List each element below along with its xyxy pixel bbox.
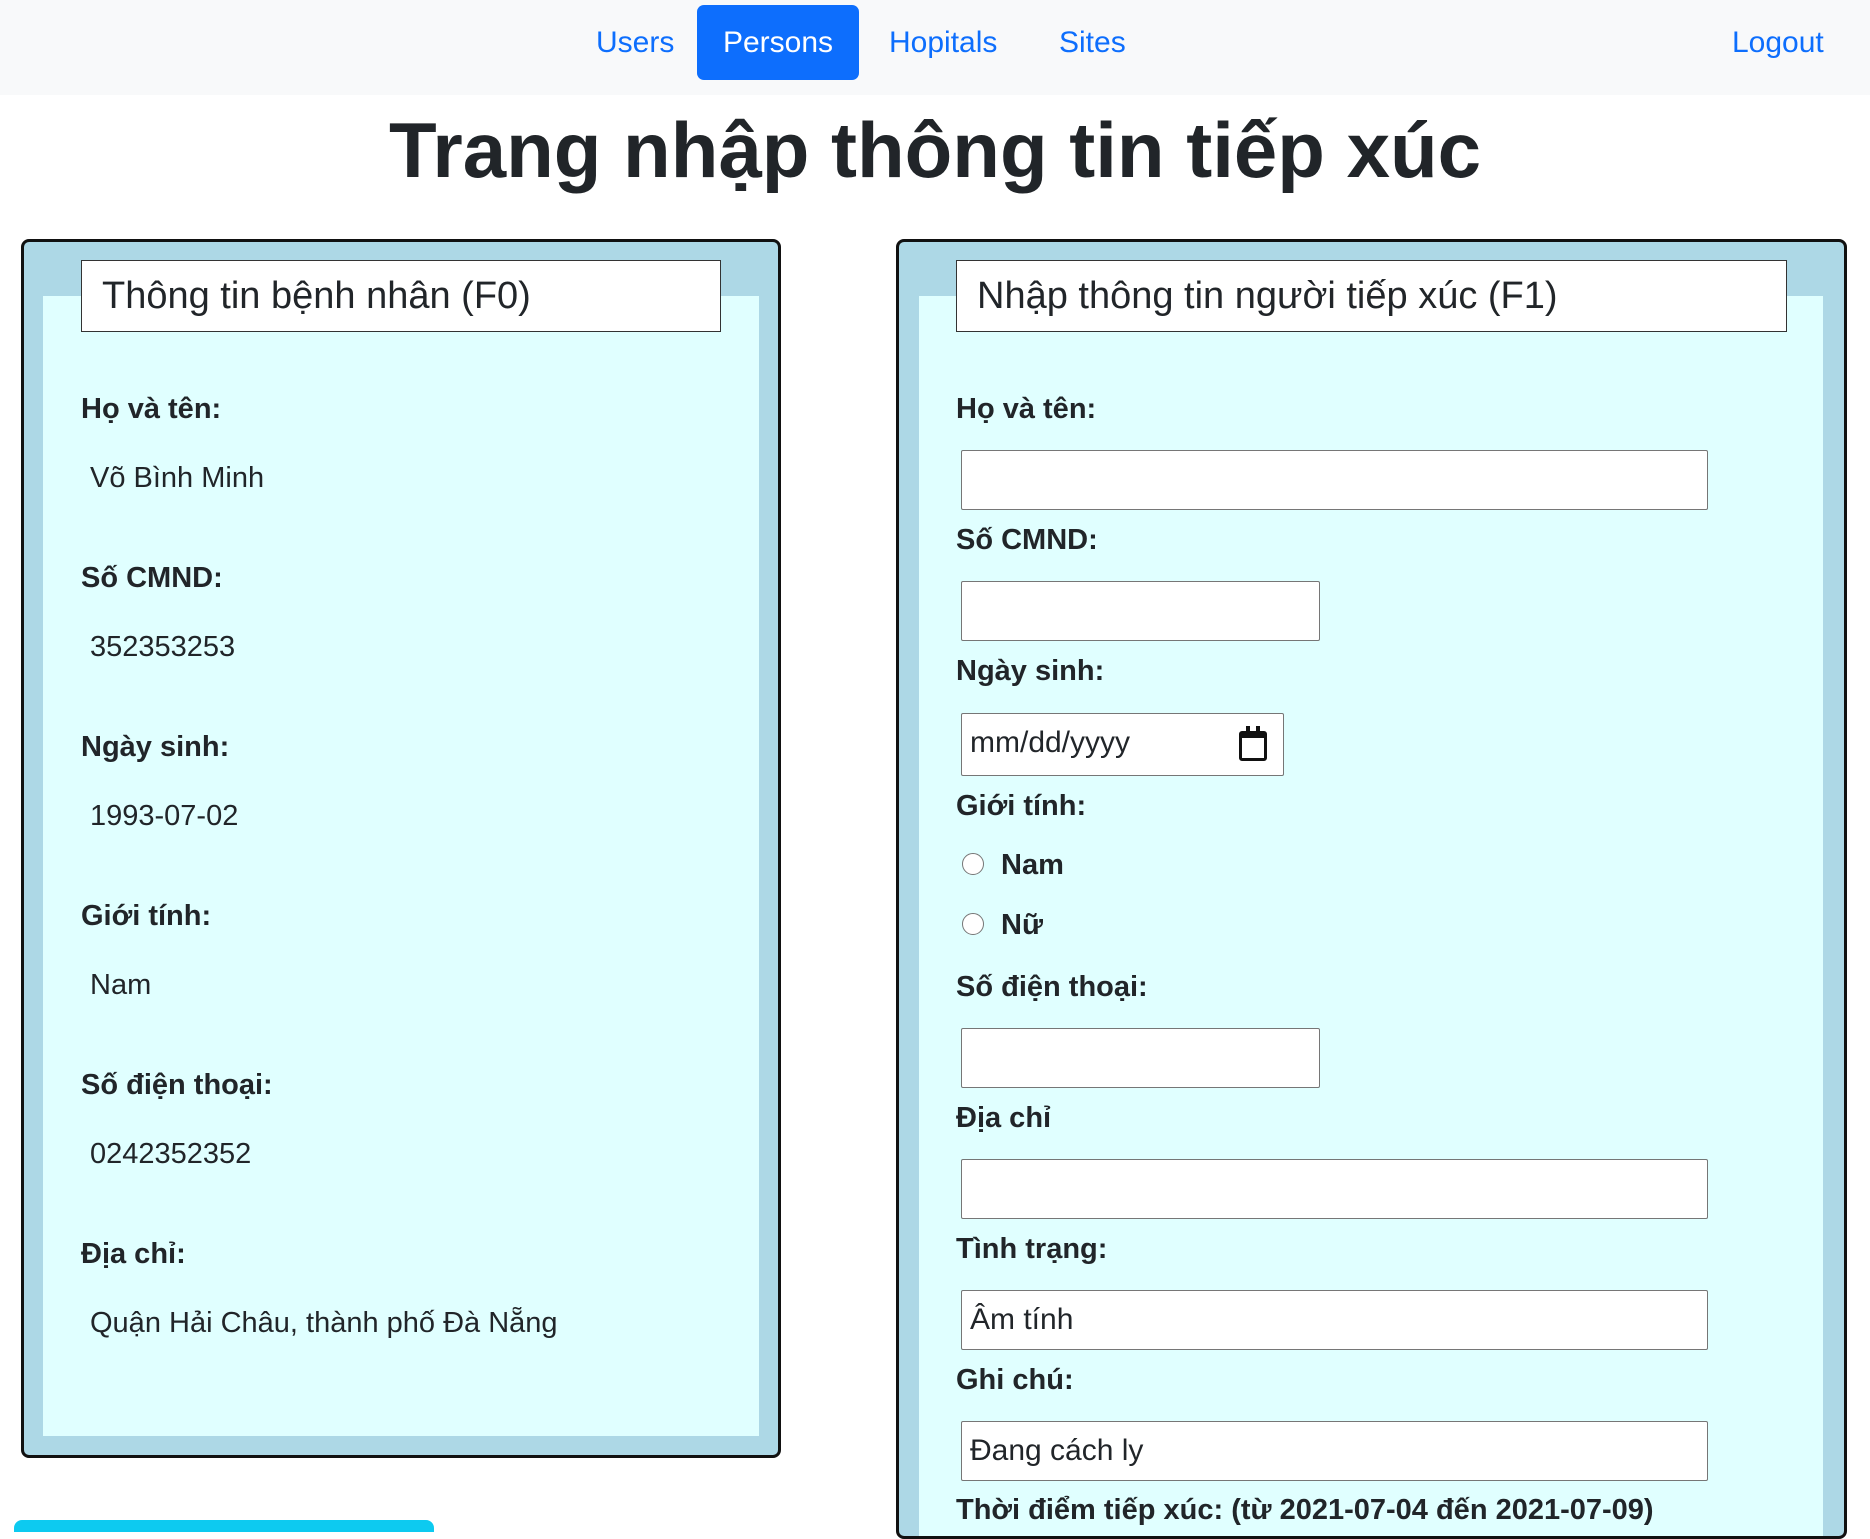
contact-dob-label: Ngày sinh: bbox=[956, 655, 1105, 687]
submit-button-partial[interactable] bbox=[14, 1520, 434, 1532]
contact-cmnd-label: Số CMND: bbox=[956, 524, 1098, 556]
patient-dob-label: Ngày sinh: bbox=[81, 731, 230, 763]
contact-time-label: Thời điểm tiếp xúc: (từ 2021-07-04 đến 2… bbox=[956, 1494, 1654, 1526]
calendar-icon[interactable] bbox=[1239, 726, 1267, 761]
patient-address-label: Địa chỉ: bbox=[81, 1238, 186, 1270]
contact-note-label: Ghi chú: bbox=[956, 1364, 1074, 1396]
contact-gender-label: Giới tính: bbox=[956, 790, 1087, 822]
dob-placeholder: mm/dd/yyyy bbox=[970, 726, 1131, 759]
nav-sites[interactable]: Sites bbox=[1059, 5, 1126, 80]
patient-address-value: Quận Hải Châu, thành phố Đà Nẵng bbox=[90, 1307, 558, 1339]
patient-panel-header: Thông tin bệnh nhân (F0) bbox=[81, 260, 721, 332]
navbar: Users Persons Hopitals Sites Logout bbox=[0, 0, 1870, 95]
patient-phone-value: 0242352352 bbox=[90, 1138, 252, 1170]
contact-name-label: Họ và tên: bbox=[956, 393, 1097, 425]
logout-link[interactable]: Logout bbox=[1732, 5, 1824, 80]
patient-dob-value: 1993-07-02 bbox=[90, 800, 239, 832]
contact-phone-input[interactable] bbox=[961, 1028, 1320, 1088]
patient-phone-label: Số điện thoại: bbox=[81, 1069, 273, 1101]
nav-persons[interactable]: Persons bbox=[697, 5, 859, 80]
contact-status-input[interactable]: Âm tính bbox=[961, 1290, 1708, 1350]
nav-users[interactable]: Users bbox=[596, 5, 674, 80]
contact-status-label: Tình trạng: bbox=[956, 1233, 1108, 1265]
patient-cmnd-value: 352353253 bbox=[90, 631, 236, 663]
gender-option-nu-label: Nữ bbox=[1001, 909, 1043, 941]
contact-note-input[interactable]: Đang cách ly bbox=[961, 1421, 1708, 1481]
patient-name-label: Họ và tên: bbox=[81, 393, 222, 425]
contact-phone-label: Số điện thoại: bbox=[956, 971, 1148, 1003]
contact-dob-input[interactable]: mm/dd/yyyy bbox=[961, 713, 1284, 776]
contact-panel-header: Nhập thông tin người tiếp xúc (F1) bbox=[956, 260, 1787, 332]
patient-cmnd-label: Số CMND: bbox=[81, 562, 223, 594]
page-title: Trang nhập thông tin tiếp xúc bbox=[389, 106, 1481, 194]
gender-radio-nu[interactable] bbox=[962, 913, 984, 935]
contact-address-label: Địa chỉ bbox=[956, 1102, 1052, 1134]
patient-gender-value: Nam bbox=[90, 969, 152, 1001]
contact-cmnd-input[interactable] bbox=[961, 581, 1320, 641]
nav-hopitals[interactable]: Hopitals bbox=[889, 5, 997, 80]
gender-radio-nam[interactable] bbox=[962, 853, 984, 875]
gender-option-nam-label: Nam bbox=[1001, 849, 1064, 881]
patient-gender-label: Giới tính: bbox=[81, 900, 212, 932]
contact-address-input[interactable] bbox=[961, 1159, 1708, 1219]
patient-name-value: Võ Bình Minh bbox=[90, 462, 265, 494]
contact-name-input[interactable] bbox=[961, 450, 1708, 510]
